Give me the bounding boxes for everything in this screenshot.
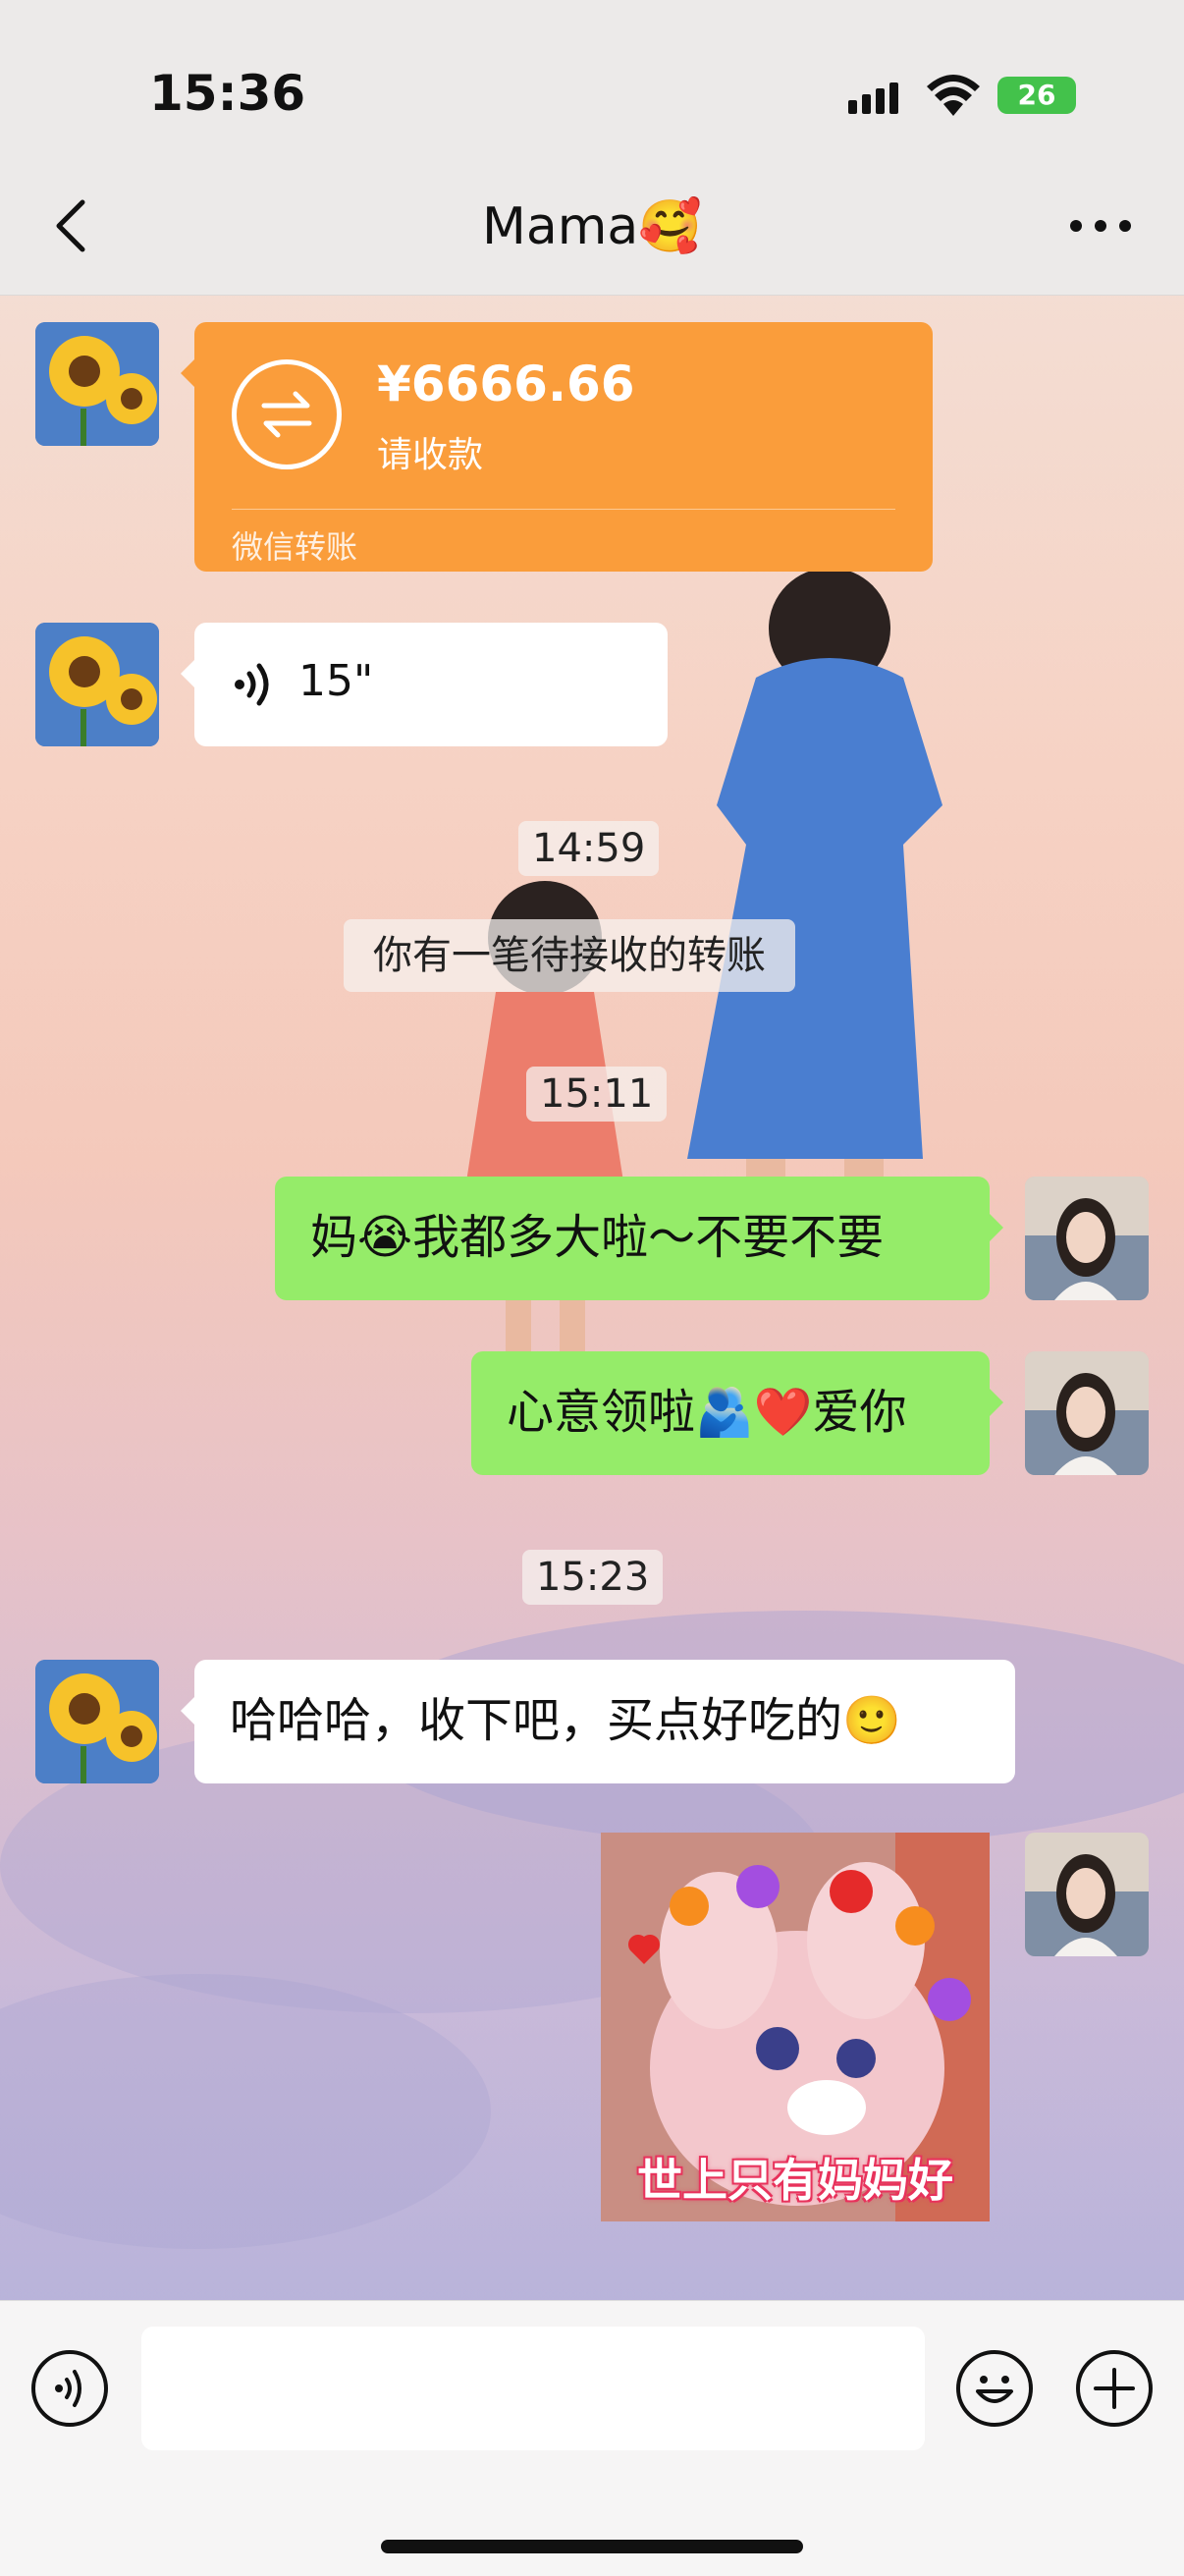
- mom-message[interactable]: 哈哈哈，收下吧，买点好吃的🙂: [181, 1660, 1015, 1783]
- user-avatar-icon: [1025, 1351, 1149, 1475]
- voice-input-button[interactable]: [31, 2350, 108, 2427]
- status-bar: 15:36 26: [0, 0, 1184, 157]
- add-button[interactable]: [1076, 2350, 1153, 2427]
- message-text: 妈😭我都多大啦～不要不要: [310, 1210, 885, 1265]
- transfer-status: 请收款: [377, 435, 484, 475]
- voice-duration: 15": [298, 656, 374, 706]
- avatar-mom[interactable]: [35, 1660, 159, 1783]
- emoji-button[interactable]: [956, 2350, 1033, 2427]
- chat-header: Mama🥰: [0, 157, 1184, 296]
- home-indicator: [381, 2540, 803, 2553]
- voice-icon: [55, 2370, 81, 2407]
- more-icon[interactable]: [1066, 206, 1135, 246]
- sunflower-avatar-icon: [35, 1660, 159, 1783]
- transfer-footer: 微信转账: [232, 528, 358, 566]
- transfer-card[interactable]: ¥6666.66 请收款 微信转账: [181, 322, 933, 572]
- plus-icon: [1094, 2368, 1135, 2409]
- message-text: 哈哈哈，收下吧，买点好吃的🙂: [230, 1693, 901, 1748]
- sticker-caption: 世上只有妈妈好: [637, 2154, 953, 2207]
- voice-message[interactable]: 15": [181, 623, 668, 746]
- wifi-icon: [927, 75, 980, 116]
- divider: [232, 509, 895, 510]
- user-avatar-icon: [1025, 1833, 1149, 1956]
- avatar-mom[interactable]: [35, 623, 159, 746]
- timestamp: 15:23: [522, 1550, 664, 1605]
- sunflower-avatar-icon: [35, 322, 159, 446]
- sunflower-avatar-icon: [35, 623, 159, 746]
- status-time: 15:36: [149, 65, 306, 122]
- avatar-me[interactable]: [1025, 1351, 1149, 1475]
- system-notice: 你有一笔待接收的转账: [344, 919, 795, 992]
- voice-icon: [235, 663, 269, 706]
- timestamp: 14:59: [518, 821, 660, 876]
- timestamp: 15:11: [526, 1067, 668, 1122]
- battery-indicator: 26: [997, 77, 1076, 114]
- avatar-mom[interactable]: [35, 322, 159, 446]
- emoji-icon: [976, 2376, 1013, 2403]
- sticker-message[interactable]: 世上只有妈妈好: [601, 1833, 990, 2221]
- transfer-amount: ¥6666.66: [377, 356, 635, 412]
- my-message[interactable]: 妈😭我都多大啦～不要不要: [275, 1177, 1003, 1300]
- message-text: 心意领啦🫂❤️爱你: [507, 1385, 907, 1440]
- avatar-me[interactable]: [1025, 1177, 1149, 1300]
- avatar-me[interactable]: [1025, 1833, 1149, 1956]
- chat-title: Mama🥰: [482, 197, 702, 256]
- cellular-signal-icon: [848, 82, 898, 114]
- user-avatar-icon: [1025, 1177, 1149, 1300]
- transfer-arrows-icon: [232, 359, 342, 469]
- my-message[interactable]: 心意领啦🫂❤️爱你: [471, 1351, 1003, 1475]
- input-bar: [0, 2300, 1184, 2576]
- message-input[interactable]: [141, 2327, 925, 2450]
